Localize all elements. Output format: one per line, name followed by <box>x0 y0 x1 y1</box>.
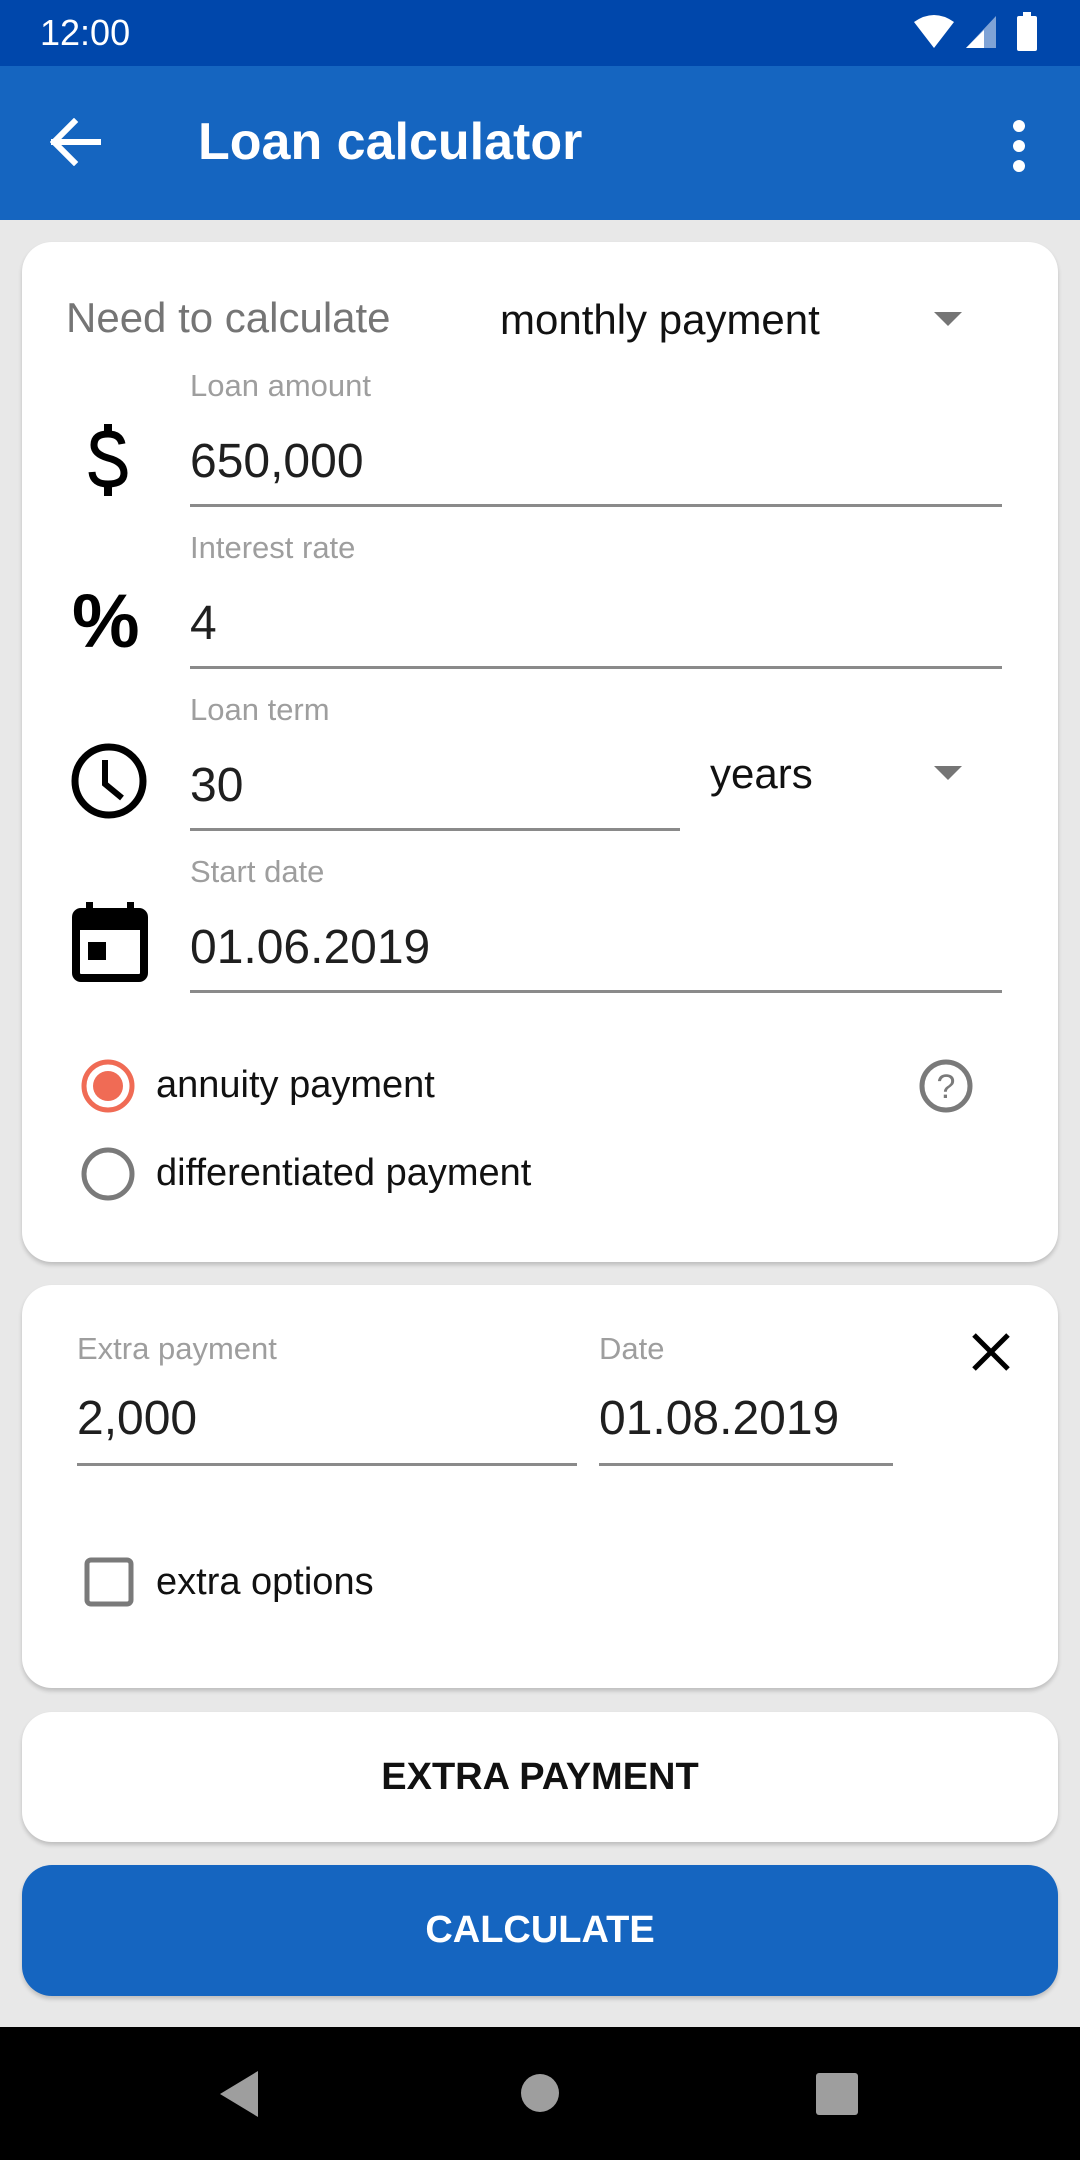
extra-date-value: 01.08.2019 <box>599 1392 840 1445</box>
close-icon[interactable] <box>970 1331 1012 1373</box>
extra-date-underline <box>599 1463 893 1466</box>
interest-rate-label: Interest rate <box>190 530 356 565</box>
wifi-icon <box>914 15 954 48</box>
nav-home-icon[interactable] <box>520 2073 560 2113</box>
term-unit-dropdown[interactable]: years <box>710 742 1020 812</box>
loan-amount-underline <box>190 504 1002 507</box>
start-date-underline <box>190 990 1002 993</box>
arrow-left-icon[interactable] <box>50 118 102 166</box>
percent-icon: % <box>72 579 140 664</box>
system-nav-bar <box>0 2027 1080 2160</box>
svg-text:?: ? <box>937 1068 956 1106</box>
extra-payment-underline <box>77 1463 577 1466</box>
calculate-type-dropdown[interactable]: monthly payment <box>500 282 1020 352</box>
dollar-icon <box>88 424 128 496</box>
interest-rate-input[interactable]: 4 <box>190 584 1002 674</box>
checkbox-unchecked-icon <box>84 1557 134 1607</box>
term-unit-value: years <box>710 750 813 797</box>
loan-term-input[interactable]: 30 <box>190 746 680 836</box>
loan-term-value: 30 <box>190 759 244 812</box>
extra-options-label: extra options <box>156 1561 374 1603</box>
help-circle-icon[interactable]: ? <box>918 1058 974 1114</box>
start-date-label: Start date <box>190 854 325 889</box>
calendar-icon <box>72 902 148 982</box>
loan-form-card: Need to calculate monthly payment Loan a… <box>22 242 1058 1262</box>
radio-differentiated[interactable]: differentiated payment <box>80 1146 680 1202</box>
interest-rate-value: 4 <box>190 597 217 650</box>
radio-annuity-label: annuity payment <box>156 1064 435 1106</box>
start-date-value: 01.06.2019 <box>190 921 431 974</box>
extra-payment-value: 2,000 <box>77 1392 198 1445</box>
page-title: Loan calculator <box>198 113 583 171</box>
extra-payment-label: Extra payment <box>77 1331 277 1366</box>
status-bar: 12:00 <box>0 0 1080 66</box>
dropdown-arrow-icon <box>934 766 962 780</box>
battery-icon <box>1017 12 1037 51</box>
radio-selected-icon <box>81 1059 135 1113</box>
nav-back-icon[interactable] <box>218 2071 260 2117</box>
loan-amount-input[interactable]: 650,000 <box>190 422 1002 512</box>
radio-unselected-icon <box>81 1147 135 1201</box>
app-bar: Loan calculator <box>0 66 1080 220</box>
extra-date-label: Date <box>599 1331 665 1366</box>
loan-amount-value: 650,000 <box>190 435 364 488</box>
loan-amount-label: Loan amount <box>190 368 371 403</box>
radio-differentiated-label: differentiated payment <box>156 1152 532 1194</box>
extra-payment-card: Extra payment 2,000 Date 01.08.2019 extr… <box>22 1285 1058 1688</box>
dropdown-arrow-icon <box>934 312 962 326</box>
clock-icon <box>71 743 147 819</box>
calculate-button[interactable]: CALCULATE <box>22 1865 1058 1996</box>
loan-term-underline <box>190 828 680 831</box>
radio-annuity[interactable]: annuity payment <box>80 1058 580 1114</box>
nav-recents-icon[interactable] <box>816 2073 858 2115</box>
status-time: 12:00 <box>40 12 131 53</box>
extra-payment-button[interactable]: EXTRA PAYMENT <box>22 1712 1058 1842</box>
start-date-input[interactable]: 01.06.2019 <box>190 908 1002 998</box>
more-vert-icon[interactable] <box>1006 118 1032 174</box>
extra-options-checkbox[interactable]: extra options <box>84 1553 484 1609</box>
need-to-calculate-label: Need to calculate <box>66 294 391 341</box>
loan-term-label: Loan term <box>190 692 330 727</box>
extra-date-input[interactable]: 01.08.2019 <box>599 1383 893 1473</box>
signal-icon <box>966 16 996 48</box>
extra-payment-input[interactable]: 2,000 <box>77 1383 577 1473</box>
calculate-type-value: monthly payment <box>500 296 820 343</box>
interest-rate-underline <box>190 666 1002 669</box>
